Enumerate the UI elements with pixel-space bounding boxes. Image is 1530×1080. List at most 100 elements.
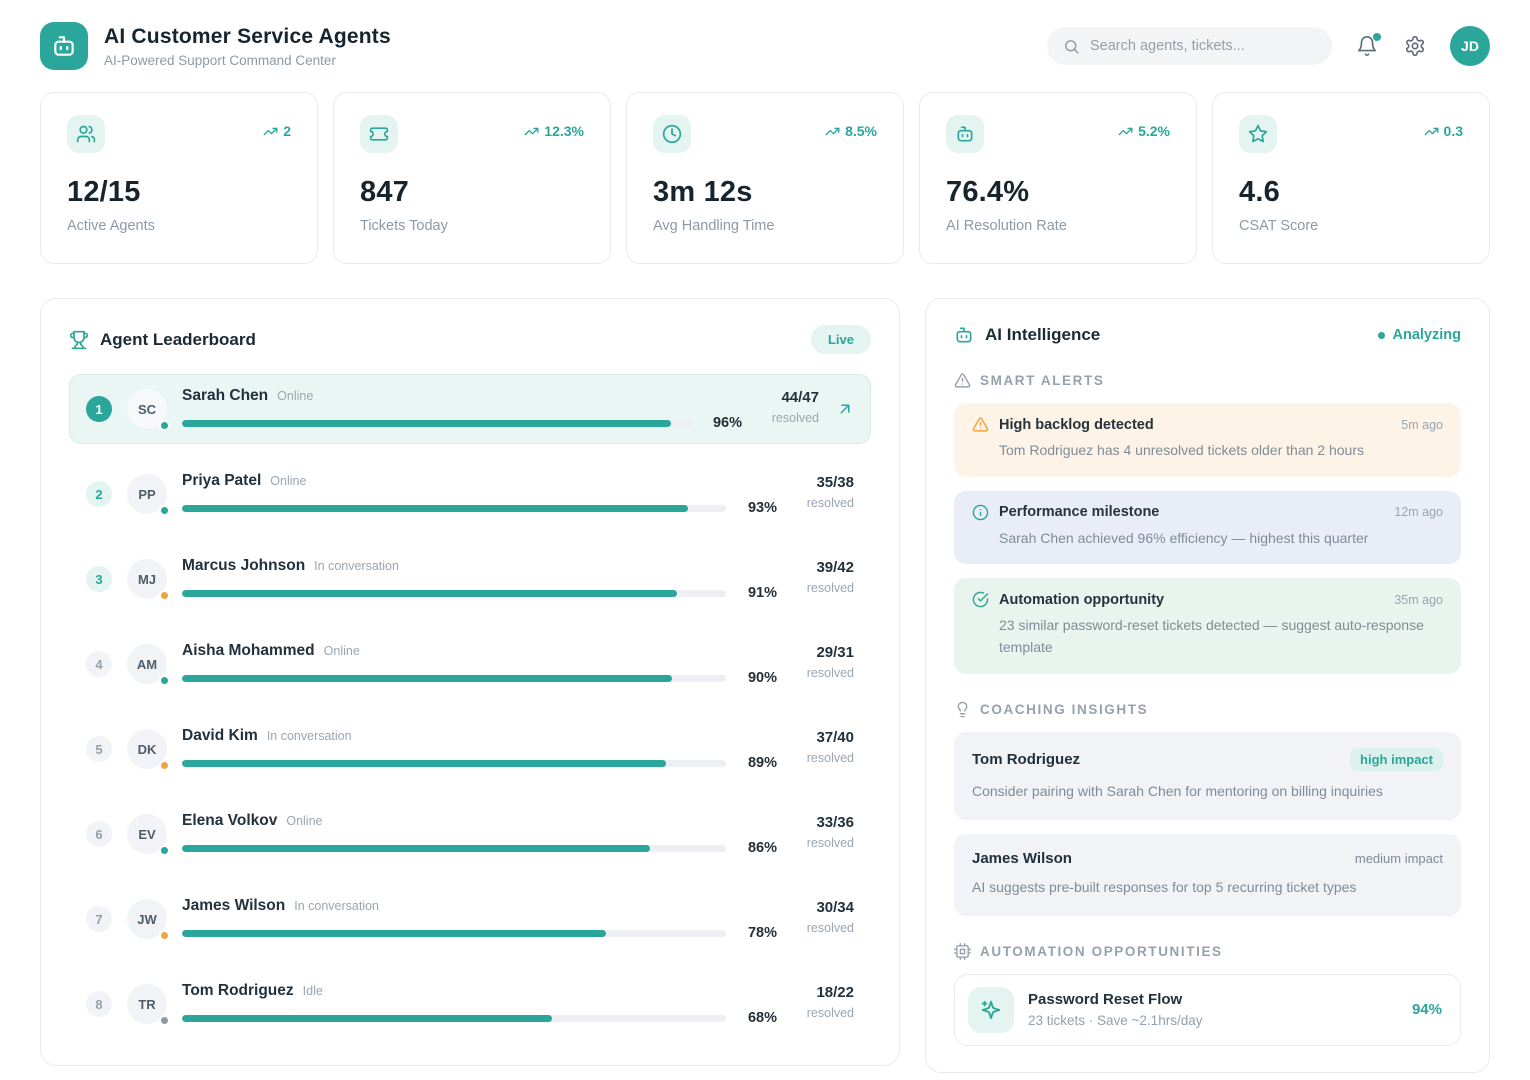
stat-card-csat-score: 0.3 4.6 CSAT Score (1212, 92, 1490, 264)
rank-badge: 6 (86, 821, 112, 847)
lightbulb-icon (954, 701, 971, 718)
trend-badge: 5.2% (1118, 123, 1170, 139)
trend-value: 12.3% (544, 123, 584, 139)
warning-triangle-icon (972, 416, 989, 433)
ticket-icon (360, 115, 398, 153)
agent-status: Idle (303, 984, 323, 998)
coach-description: AI suggests pre-built responses for top … (972, 877, 1443, 898)
status-dot (159, 845, 170, 856)
stat-card-avg-handling-time: 8.5% 3m 12s Avg Handling Time (626, 92, 904, 264)
trending-up-icon (825, 124, 840, 139)
star-icon (1239, 115, 1277, 153)
agent-row-tom-rodriguez[interactable]: 8 TR Tom Rodriguez Idle 68% (69, 969, 871, 1039)
agent-name: David Kim (182, 727, 258, 745)
coaching-card-tom-rodriguez[interactable]: Tom Rodriguez high impact Consider pairi… (954, 732, 1461, 820)
agent-row-marcus-johnson[interactable]: 3 MJ Marcus Johnson In conversation 91% (69, 544, 871, 614)
agent-row-james-wilson[interactable]: 7 JW James Wilson In conversation 78% (69, 884, 871, 954)
trending-up-icon (524, 124, 539, 139)
clock-icon (653, 115, 691, 153)
avatar: SC (127, 389, 167, 429)
coaching-card-james-wilson[interactable]: James Wilson medium impact AI suggests p… (954, 834, 1461, 916)
stat-card-ai-resolution-rate: 5.2% 76.4% AI Resolution Rate (919, 92, 1197, 264)
agent-row-david-kim[interactable]: 5 DK David Kim In conversation 89% (69, 714, 871, 784)
efficiency-bar (182, 760, 726, 767)
check-circle-icon (972, 591, 989, 608)
user-avatar[interactable]: JD (1450, 26, 1490, 66)
search-input[interactable] (1090, 38, 1316, 54)
resolved-count: 44/47 (757, 389, 819, 406)
status-dot (159, 675, 170, 686)
search-icon (1063, 38, 1080, 55)
coach-description: Consider pairing with Sarah Chen for men… (972, 781, 1443, 802)
app-header: AI Customer Service Agents AI-Powered Su… (40, 0, 1490, 70)
page-title: AI Customer Service Agents (104, 25, 391, 49)
stat-card-active-agents: 2 12/15 Active Agents (40, 92, 318, 264)
status-dot (159, 590, 170, 601)
status-dot (159, 505, 170, 516)
status-dot (159, 930, 170, 941)
agent-status: Online (324, 644, 360, 658)
rank-badge: 5 (86, 736, 112, 762)
resolved-count: 39/42 (792, 559, 854, 576)
avatar: DK (127, 729, 167, 769)
alert-title: High backlog detected (999, 417, 1401, 433)
automation-opportunities-heading: AUTOMATION OPPORTUNITIES (954, 943, 1461, 960)
robot-icon (954, 325, 974, 345)
automation-title: Password Reset Flow (1028, 991, 1202, 1008)
alert-time: 35m ago (1394, 593, 1443, 607)
alert-automation-opportunity[interactable]: Automation opportunity 35m ago 23 simila… (954, 578, 1461, 673)
ai-intelligence-panel: AI Intelligence Analyzing SMART ALERTS (925, 298, 1490, 1073)
settings-button[interactable] (1402, 33, 1428, 59)
trend-value: 0.3 (1444, 123, 1463, 139)
agent-row-aisha-mohammed[interactable]: 4 AM Aisha Mohammed Online 90% (69, 629, 871, 699)
trophy-icon (69, 330, 89, 350)
resolved-count: 35/38 (792, 474, 854, 491)
status-dot (1378, 332, 1385, 339)
stats-row: 2 12/15 Active Agents 12.3% 847 Tickets … (40, 92, 1490, 264)
resolved-label: resolved (792, 496, 854, 510)
impact-badge: high impact (1350, 748, 1443, 771)
alert-high-backlog[interactable]: High backlog detected 5m ago Tom Rodrigu… (954, 403, 1461, 477)
avatar: JW (127, 899, 167, 939)
arrow-up-right-icon (836, 400, 854, 418)
agent-name: Priya Patel (182, 472, 261, 490)
agent-name: James Wilson (182, 897, 285, 915)
users-icon (67, 115, 105, 153)
alert-time: 12m ago (1394, 505, 1443, 519)
rank-badge: 7 (86, 906, 112, 932)
brand: AI Customer Service Agents AI-Powered Su… (40, 22, 391, 70)
trend-value: 8.5% (845, 123, 877, 139)
alert-triangle-icon (954, 372, 971, 389)
efficiency-percent: 90% (737, 670, 777, 686)
gear-icon (1404, 35, 1426, 57)
smart-alerts-heading: SMART ALERTS (954, 372, 1461, 389)
trend-badge: 8.5% (825, 123, 877, 139)
alert-performance-milestone[interactable]: Performance milestone 12m ago Sarah Chen… (954, 491, 1461, 565)
stat-value: 847 (360, 176, 584, 209)
efficiency-bar (182, 505, 726, 512)
search-bar[interactable] (1047, 27, 1332, 65)
resolved-label: resolved (792, 1006, 854, 1020)
robot-icon (946, 115, 984, 153)
trending-up-icon (1118, 124, 1133, 139)
agent-row-elena-volkov[interactable]: 6 EV Elena Volkov Online 86% (69, 799, 871, 869)
efficiency-percent: 96% (702, 415, 742, 431)
resolved-count: 33/36 (792, 814, 854, 831)
agent-row-priya-patel[interactable]: 2 PP Priya Patel Online 93% (69, 459, 871, 529)
alert-description: 23 similar password-reset tickets detect… (999, 615, 1429, 658)
agent-row-sarah-chen[interactable]: 1 SC Sarah Chen Online 96% (69, 374, 871, 444)
resolved-label: resolved (792, 666, 854, 680)
automation-card-password-reset-flow[interactable]: Password Reset Flow 23 tickets · Save ~2… (954, 974, 1461, 1046)
notifications-button[interactable] (1354, 33, 1380, 59)
trend-value: 2 (283, 123, 291, 139)
rank-badge: 3 (86, 566, 112, 592)
trend-badge: 0.3 (1424, 123, 1463, 139)
sparkles-icon (968, 987, 1014, 1033)
resolved-count: 18/22 (792, 984, 854, 1001)
agent-name: Aisha Mohammed (182, 642, 315, 660)
agent-name: Elena Volkov (182, 812, 277, 830)
agent-status: Online (286, 814, 322, 828)
rank-badge: 1 (86, 396, 112, 422)
rank-badge: 2 (86, 481, 112, 507)
notification-dot (1373, 33, 1381, 41)
